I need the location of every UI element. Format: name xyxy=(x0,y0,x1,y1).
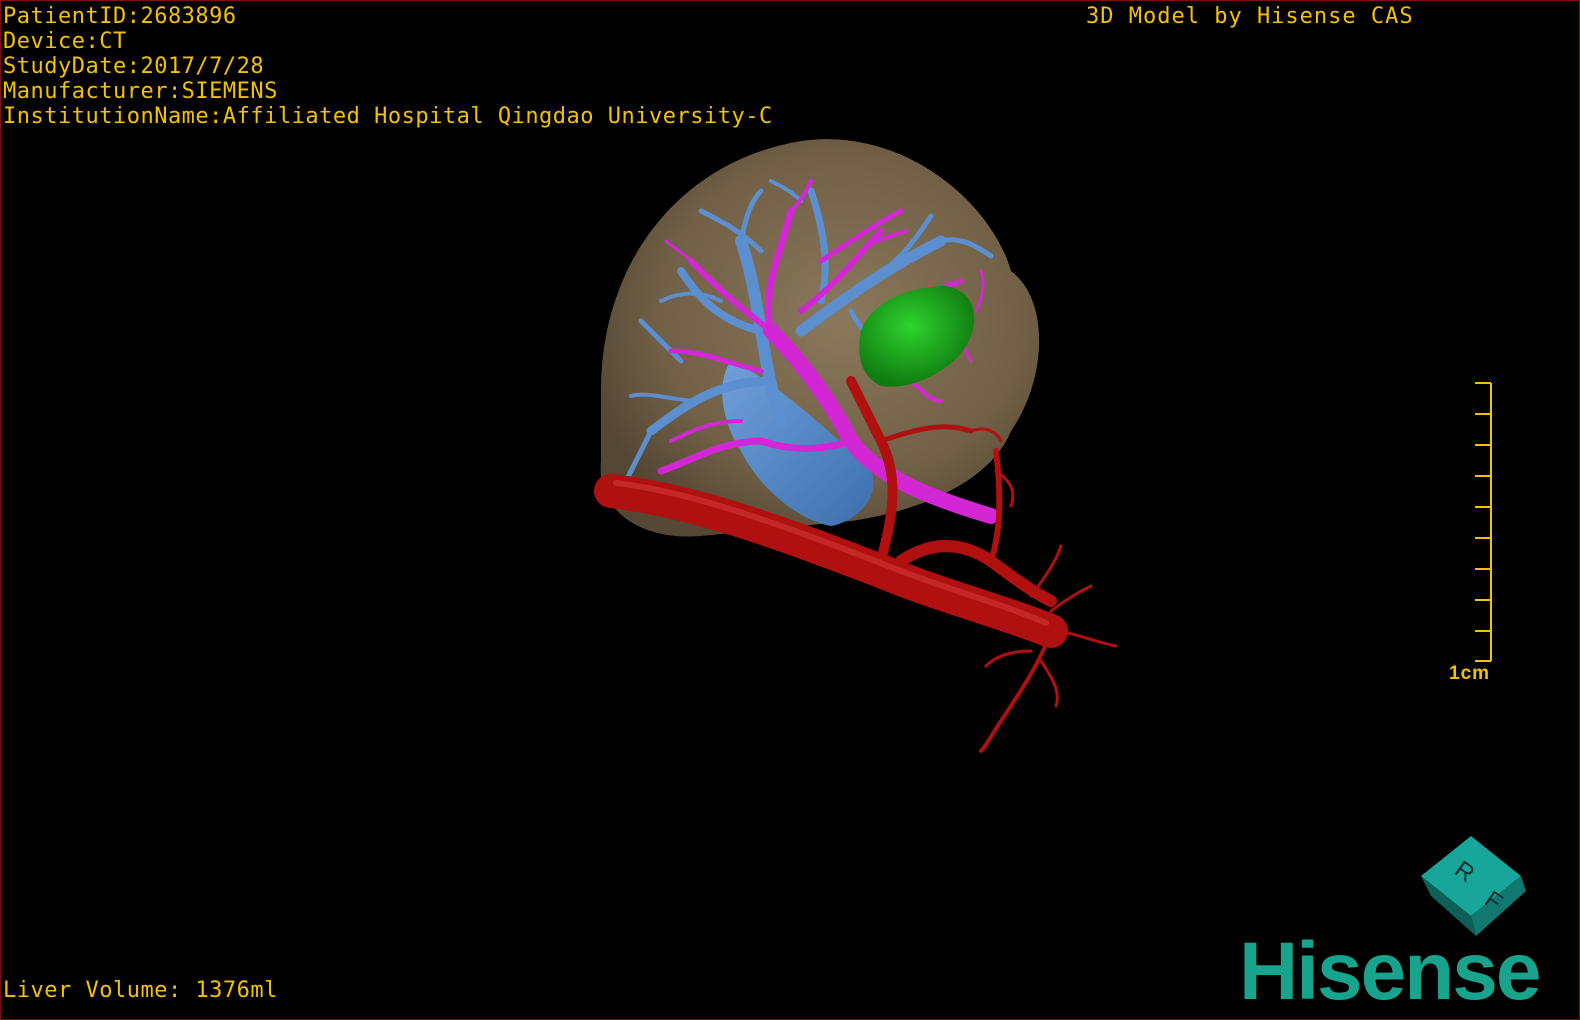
liver-volume-text: Liver Volume: 1376ml xyxy=(3,978,278,1003)
device-text: Device:CT xyxy=(3,29,127,54)
scale-bar-label: 1cm xyxy=(1449,663,1491,684)
hisense-logo: Hisense xyxy=(1239,926,1542,1017)
study-date-text: StudyDate:2017/7/28 xyxy=(3,54,265,79)
manufacturer-text: Manufacturer:SIEMENS xyxy=(3,79,278,104)
institution-name-text: InstitutionName:Affiliated Hospital Qing… xyxy=(3,104,773,129)
model-credit-text: 3D Model by Hisense CAS xyxy=(1086,4,1414,29)
patient-id-text: PatientID:2683896 xyxy=(3,4,237,29)
scale-bar-icon xyxy=(1475,382,1492,662)
3d-viewport[interactable]: PatientID:2683896 Device:CT StudyDate:20… xyxy=(0,0,1580,1020)
liver-3d-model[interactable] xyxy=(1,1,1580,1020)
orientation-cube-icon[interactable]: R F xyxy=(1421,831,1531,941)
